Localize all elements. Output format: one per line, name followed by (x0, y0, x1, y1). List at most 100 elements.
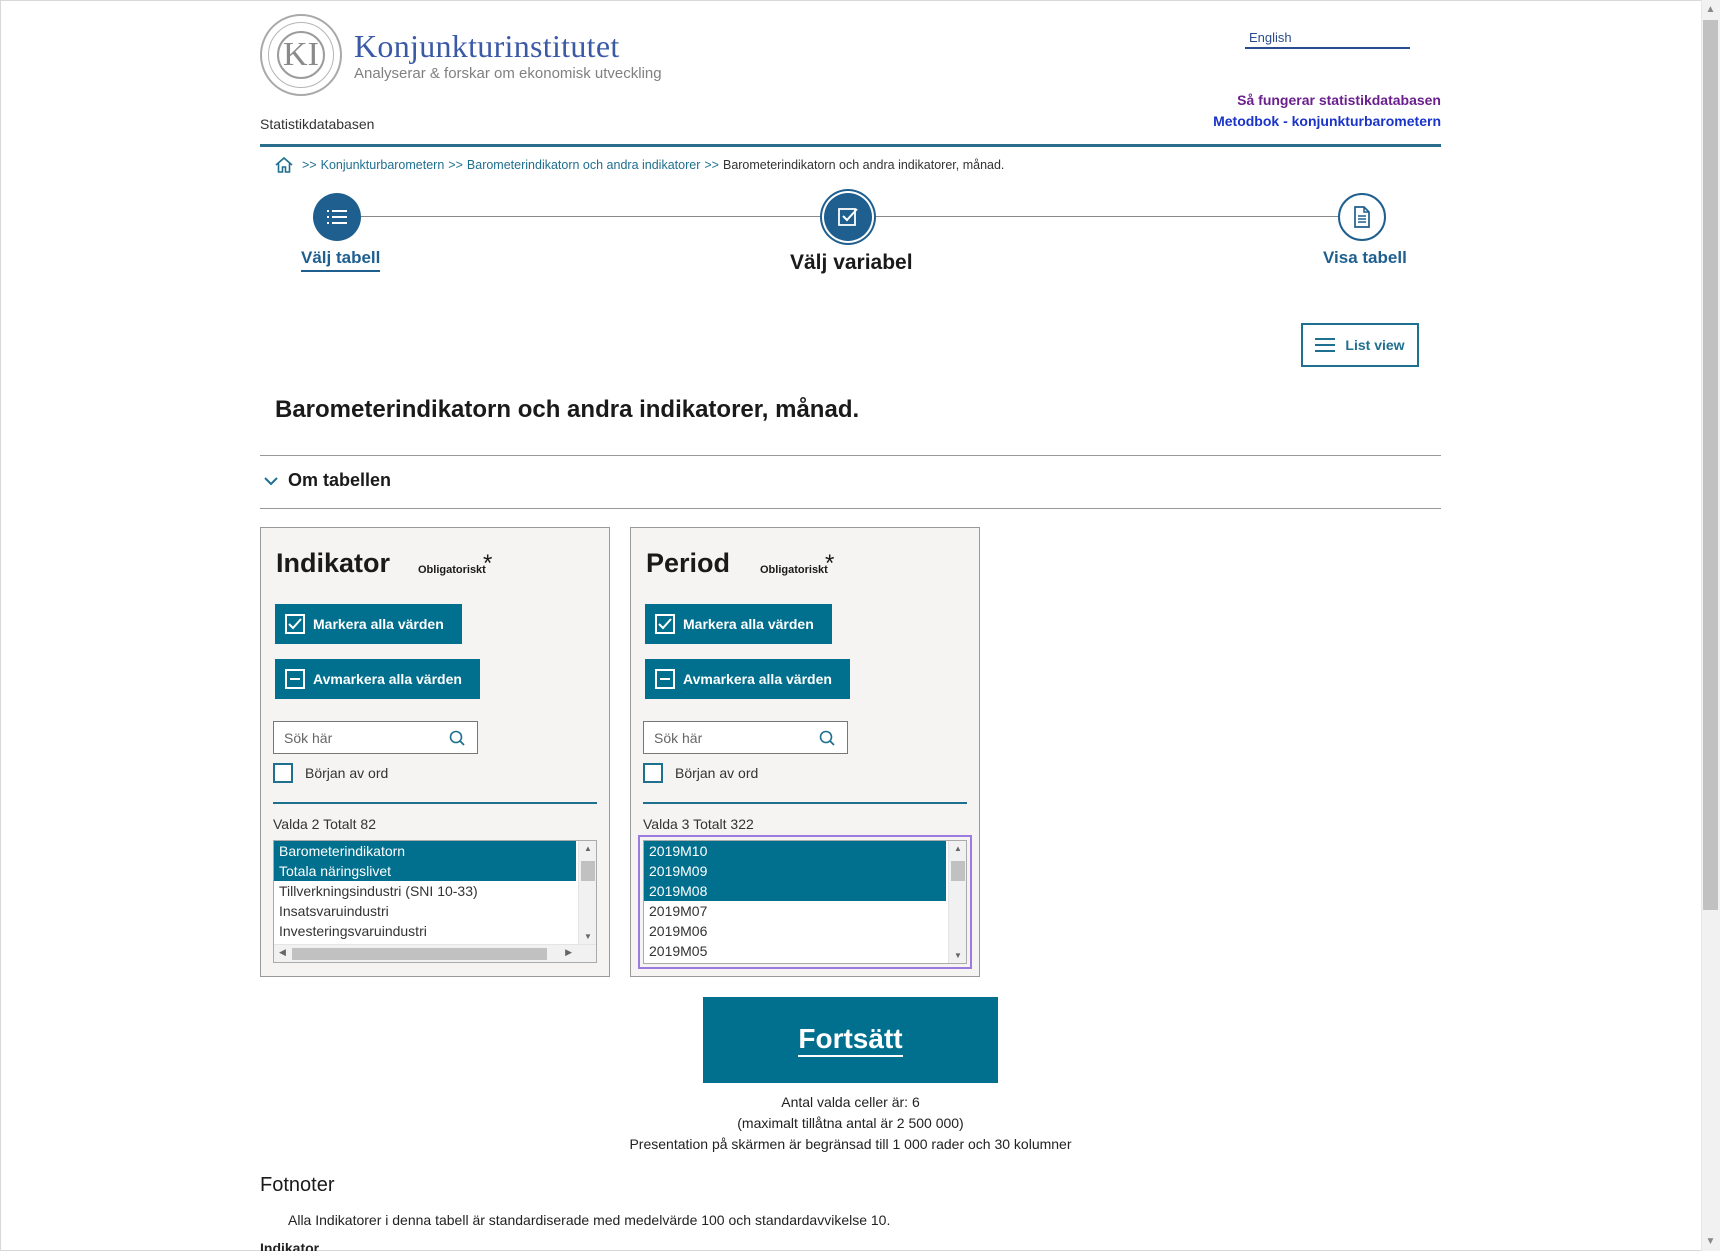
required-star: * (825, 550, 835, 577)
search-input[interactable]: Sök här (643, 721, 848, 754)
breadcrumb-separator: >> (448, 158, 463, 172)
page-scrollbar[interactable]: ▲ ▼ (1701, 0, 1720, 1251)
scroll-thumb[interactable] (951, 861, 965, 881)
values-listbox[interactable]: Barometerindikatorn Totala näringslivet … (273, 840, 597, 963)
list-item[interactable]: 2019M06 (644, 921, 946, 941)
list-item[interactable]: 2019M05 (644, 941, 946, 961)
step-label-valj-variabel: Välj variabel (790, 251, 913, 274)
checkbox-icon (838, 208, 858, 226)
select-all-button[interactable]: Markera alla värden (275, 604, 462, 644)
list-item[interactable]: Insatsvaruindustri (274, 901, 576, 921)
list-view-label: List view (1345, 337, 1405, 353)
list-item[interactable]: 2019M10 (644, 841, 946, 861)
list-icon (327, 210, 347, 224)
begin-word-option[interactable]: Början av ord (273, 763, 388, 783)
step-label-visa-tabell: Visa tabell (1323, 248, 1407, 267)
deselect-all-button[interactable]: Avmarkera alla värden (275, 659, 480, 699)
divider (260, 508, 1441, 509)
variable-title: Indikator (276, 548, 391, 578)
scroll-down-arrow-icon[interactable]: ▼ (1704, 1235, 1717, 1248)
vertical-scrollbar[interactable]: ▲ ▼ (578, 841, 596, 944)
vertical-scrollbar[interactable]: ▲ ▼ (948, 841, 966, 963)
help-link-metodbok[interactable]: Metodbok - konjunkturbarometern (1213, 113, 1441, 129)
breadcrumb-link-barometerindikatorn[interactable]: Barometerindikatorn och andra indikatore… (467, 158, 700, 172)
step-label-valj-tabell[interactable]: Välj tabell (301, 248, 381, 272)
scroll-thumb[interactable] (292, 948, 547, 960)
cells-limit-text: Presentation på skärmen är begränsad til… (629, 1136, 1072, 1152)
search-placeholder: Sök här (654, 729, 703, 746)
scroll-left-arrow-icon[interactable]: ◀ (279, 947, 286, 958)
required-star: * (483, 550, 493, 577)
document-icon (1354, 206, 1370, 228)
deselect-all-button[interactable]: Avmarkera alla värden (645, 659, 850, 699)
breadcrumb-current: Barometerindikatorn och andra indikatore… (722, 158, 1005, 172)
select-all-label: Markera alla värden (313, 616, 444, 632)
home-icon[interactable] (274, 155, 294, 175)
step-visa-tabell (1338, 193, 1386, 241)
page-scroll-thumb[interactable] (1703, 20, 1718, 910)
list-view-button[interactable]: List view (1301, 323, 1419, 367)
selection-counts: Valda 2 Totalt 82 (273, 816, 377, 832)
step-valj-variabel-current (824, 193, 872, 241)
scroll-up-arrow-icon[interactable]: ▲ (949, 844, 966, 853)
list-item[interactable]: Totala näringslivet (274, 861, 576, 881)
scroll-up-arrow-icon[interactable]: ▲ (579, 844, 596, 853)
footnote-subheading: Indikator (260, 1240, 320, 1251)
scroll-down-arrow-icon[interactable]: ▼ (579, 932, 596, 941)
scroll-right-arrow-icon[interactable]: ▶ (565, 947, 572, 958)
cells-count-text: Antal valda celler är: 6 (781, 1094, 920, 1110)
logo-text: Konjunkturinstitutet Analyserar & forska… (354, 28, 662, 82)
about-table-toggle[interactable]: Om tabellen (264, 470, 391, 491)
begin-word-option[interactable]: Början av ord (643, 763, 758, 783)
values-listbox[interactable]: 2019M10 2019M09 2019M08 2019M07 2019M06 … (638, 835, 972, 969)
language-link[interactable]: English (1245, 30, 1410, 49)
begin-word-label: Början av ord (675, 765, 759, 781)
list-item[interactable]: Investeringsvaruindustri (274, 921, 576, 941)
help-link-statistikdatabasen[interactable]: Så fungerar statistikdatabasen (1237, 92, 1441, 108)
breadcrumb-link-konjunkturbarometern[interactable]: Konjunkturbarometern (321, 158, 445, 172)
cells-max-text: (maximalt tillåtna antal är 2 500 000) (737, 1115, 964, 1131)
step-valj-tabell-button[interactable] (313, 193, 361, 241)
selection-counts: Valda 3 Totalt 322 (643, 816, 754, 832)
scroll-up-arrow-icon[interactable]: ▲ (1704, 3, 1717, 16)
search-input[interactable]: Sök här (273, 721, 478, 754)
begin-word-checkbox[interactable] (273, 763, 293, 783)
search-icon[interactable] (449, 730, 465, 746)
site-name[interactable]: Statistikdatabasen (260, 116, 374, 132)
list-item[interactable]: 2019M07 (644, 901, 946, 921)
begin-word-label: Början av ord (305, 765, 389, 781)
footnote-text: Alla Indikatorer i denna tabell är stand… (288, 1212, 891, 1228)
checkbox-checked-icon (285, 614, 305, 634)
select-all-label: Markera alla värden (683, 616, 814, 632)
list-item[interactable]: 2019M08 (644, 881, 946, 901)
chevron-down-icon (264, 476, 278, 485)
begin-word-checkbox[interactable] (643, 763, 663, 783)
continue-button[interactable]: Fortsätt (703, 997, 998, 1083)
divider (273, 802, 597, 804)
scroll-down-arrow-icon[interactable]: ▼ (949, 951, 966, 960)
scroll-thumb[interactable] (581, 861, 595, 881)
variable-box-indikator: Indikator Obligatoriskt * Markera alla v… (260, 527, 610, 977)
deselect-all-label: Avmarkera alla värden (313, 671, 462, 687)
select-all-button[interactable]: Markera alla värden (645, 604, 832, 644)
minus-box-icon (655, 669, 675, 689)
search-icon[interactable] (819, 730, 835, 746)
hamburger-icon (1315, 334, 1336, 356)
breadcrumb-separator: >> (302, 158, 317, 172)
list-item[interactable]: 2019M09 (644, 861, 946, 881)
minus-box-icon (285, 669, 305, 689)
logo-title: Konjunkturinstitutet (354, 28, 620, 64)
variable-title: Period (646, 548, 731, 578)
logo-seal-text: KI (277, 31, 325, 79)
list-item[interactable]: Tillverkningsindustri (SNI 10-33) (274, 881, 576, 901)
required-label: Obligatoriskt (760, 564, 828, 576)
continue-label: Fortsätt (798, 1023, 903, 1057)
horizontal-scrollbar[interactable]: ◀ ▶ (274, 944, 596, 962)
list-item[interactable]: Barometerindikatorn (274, 841, 576, 861)
breadcrumb: >> Konjunkturbarometern >> Barometerindi… (274, 155, 1004, 175)
logo-seal-icon: KI (260, 14, 342, 96)
header-divider (260, 144, 1441, 147)
required-label: Obligatoriskt (418, 564, 486, 576)
deselect-all-label: Avmarkera alla värden (683, 671, 832, 687)
site-logo[interactable]: KI Konjunkturinstitutet Analyserar & for… (260, 14, 662, 96)
